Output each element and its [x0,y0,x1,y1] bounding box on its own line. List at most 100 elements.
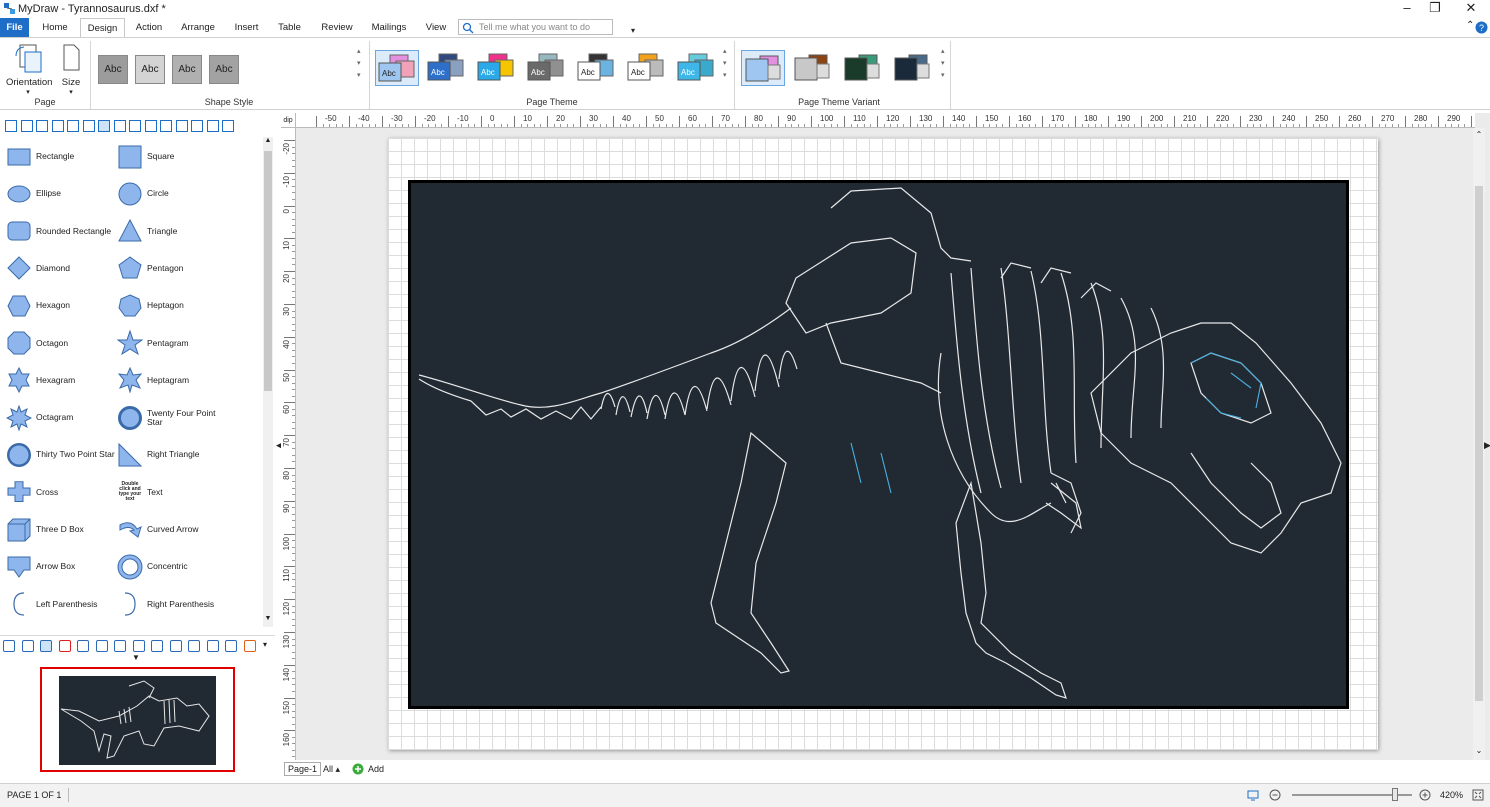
page-theme-4[interactable]: Abc [525,50,569,86]
shape-heptagram[interactable]: Heptagram [117,362,227,399]
scroll-down-icon[interactable]: ▼ [263,615,273,622]
connector-elbow-icon[interactable] [114,640,126,652]
sort-za-icon[interactable] [160,120,172,132]
shape-octagon[interactable]: Octagon [6,325,116,362]
scroll-up-icon[interactable]: ▲ [263,137,273,144]
tools-icon[interactable] [169,640,182,652]
sort-up-icon[interactable] [191,120,203,132]
export-icon[interactable] [67,120,79,132]
small-icons-view-icon[interactable] [129,120,141,132]
lightning-icon[interactable] [58,640,71,652]
scroll-up-icon[interactable]: ⌃ [1473,130,1485,139]
scroll-thumb[interactable] [264,151,272,391]
zoom-slider-thumb[interactable] [1392,788,1398,801]
size-button[interactable]: Size ▾ [58,42,84,98]
tell-me-search[interactable]: Tell me what you want to do [458,19,613,35]
collapse-right-panel-icon[interactable]: ▶ [1484,440,1490,451]
tab-view[interactable]: View [420,18,452,38]
callout-icon[interactable] [95,640,108,652]
page-theme-3[interactable]: Abc [475,50,519,86]
tyrannosaurus-drawing[interactable] [408,180,1349,709]
shape-heptagon[interactable]: Heptagon [117,287,227,324]
shape-rectangle[interactable]: Rectangle [6,138,116,175]
shape-tool-icon[interactable] [40,640,52,652]
letter-a-icon[interactable] [206,640,219,652]
shape-three-d-box[interactable]: Three D Box [6,511,116,548]
page-theme-6[interactable]: Abc [625,50,669,86]
fit-page-icon[interactable] [1472,789,1484,801]
org-chart-icon[interactable] [243,640,256,652]
list-view-icon[interactable] [113,120,126,132]
tab-table[interactable]: Table [272,18,307,38]
shape-hexagram[interactable]: Hexagram [6,362,116,399]
open-library-icon[interactable] [36,120,48,132]
tab-mailings[interactable]: Mailings [366,18,412,38]
shape-ellipse[interactable]: Ellipse [6,175,116,212]
connector-tool-icon[interactable] [21,640,34,652]
page-theme-1[interactable]: Abc [375,50,419,86]
search-icon[interactable] [222,120,234,132]
shape-curved-arrow[interactable]: Curved Arrow [117,511,227,548]
shape-circle[interactable]: Circle [117,175,227,212]
minimize-button[interactable]: – [1392,0,1422,18]
sort-down-icon[interactable] [175,120,188,132]
shape-style-gallery-scroll[interactable]: ▴ ▾ ▾ [357,46,361,82]
large-icons-view-icon[interactable] [98,120,110,132]
expand-tools-icon[interactable]: ▼ [132,653,140,662]
new-library-icon[interactable] [20,120,33,132]
shape-style-2[interactable]: Abc [135,55,165,84]
library-icon[interactable] [51,120,64,132]
hierarchy-icon[interactable] [188,640,200,652]
shape-thirty-two-point-star[interactable]: Thirty Two Point Star [6,436,116,473]
page-theme-gallery-scroll[interactable]: ▴ ▾ ▾ [723,46,727,82]
shape-twenty-four-point-star[interactable]: Twenty Four Point Star [117,399,227,436]
shape-arrow-box[interactable]: Arrow Box [6,548,116,585]
page-thumbnail[interactable] [40,667,235,772]
page-theme-7[interactable]: Abc [675,50,719,86]
library-panel-icon[interactable] [206,120,219,132]
shape-pentagon[interactable]: Pentagon [117,250,227,287]
scroll-thumb[interactable] [1475,186,1483,701]
add-page-button[interactable]: Add [368,764,384,774]
shape-rounded-rectangle[interactable]: Rounded Rectangle [6,213,116,250]
library-settings-icon[interactable] [82,120,95,132]
sort-az-icon[interactable] [144,120,157,132]
theme-variant-4[interactable] [891,50,935,86]
shape-triangle[interactable]: Triangle [117,213,227,250]
add-page-icon[interactable] [352,763,364,775]
shape-text[interactable]: Double click and type your text Text [117,474,227,511]
gear-icon[interactable] [151,640,163,652]
variant-gallery-scroll[interactable]: ▴ ▾ ▾ [941,46,945,82]
tab-file[interactable]: File [0,18,29,38]
zoom-out-icon[interactable] [1269,789,1281,801]
help-icon[interactable]: ? [1475,21,1488,34]
tab-insert[interactable]: Insert [229,18,264,38]
shape-octagram[interactable]: Octagram [6,399,116,436]
tab-action[interactable]: Action [131,18,167,38]
theme-variant-3[interactable] [841,50,885,86]
pointer-tool-icon[interactable] [3,640,15,652]
maximize-button[interactable]: ❐ [1420,0,1450,18]
shape-right-parenthesis[interactable]: Right Parenthesis [117,586,227,623]
shape-concentric[interactable]: Concentric [117,548,227,585]
tab-arrange[interactable]: Arrange [176,18,220,38]
scroll-down-icon[interactable]: ⌄ [1473,746,1485,755]
shape-style-4[interactable]: Abc [209,55,239,84]
shape-library-icon[interactable] [132,640,145,652]
tab-design[interactable]: Design [80,18,125,39]
shape-right-triangle[interactable]: Right Triangle [117,436,227,473]
shapes-scrollbar[interactable]: ▲ ▼ [263,137,273,627]
fit-to-screen-icon[interactable] [1247,790,1259,801]
shape-diamond[interactable]: Diamond [6,250,116,287]
orientation-button[interactable]: Orientation ▾ [6,42,52,98]
shape-style-3[interactable]: Abc [172,55,202,84]
shape-hexagon[interactable]: Hexagon [6,287,116,324]
save-icon[interactable] [5,120,17,132]
tab-home[interactable]: Home [36,18,74,38]
ribbon-chevron-icon[interactable]: ⌃ [1466,20,1474,31]
shape-left-parenthesis[interactable]: Left Parenthesis [6,586,116,623]
page-tab[interactable]: Page-1 [284,762,322,776]
zoom-in-icon[interactable] [1419,789,1431,801]
shape-style-1[interactable]: Abc [98,55,128,84]
all-pages-button[interactable]: All ▴ [323,764,340,775]
